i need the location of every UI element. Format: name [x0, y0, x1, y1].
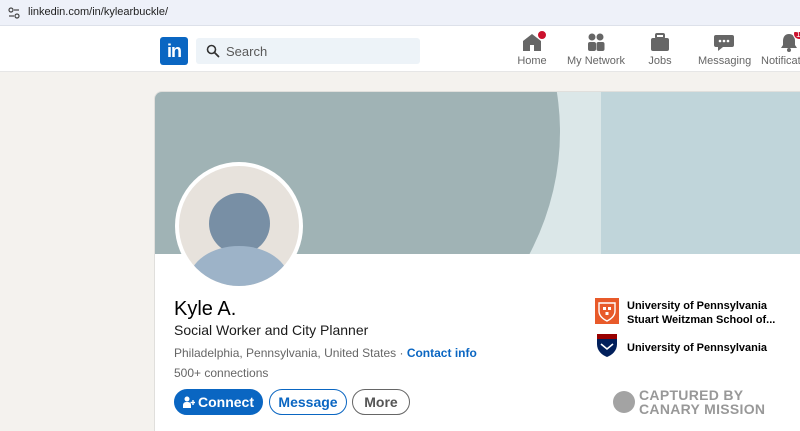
- avatar-placeholder-head: [209, 193, 270, 254]
- watermark-line-2: CANARY MISSION: [639, 401, 766, 417]
- weitzman-school-logo: [595, 298, 619, 324]
- browser-address-bar[interactable]: linkedin.com/in/kylearbuckle/: [0, 0, 800, 26]
- messaging-icon: [713, 32, 735, 52]
- add-person-icon: [183, 396, 195, 408]
- avatar-placeholder-body: [189, 246, 289, 286]
- connections-count[interactable]: 500+ connections: [174, 366, 268, 380]
- nav-item-notifications[interactable]: 12 Notifications: [761, 32, 800, 70]
- network-icon: [585, 32, 607, 52]
- search-input[interactable]: [226, 38, 411, 64]
- home-icon: [521, 30, 547, 52]
- nav-label-my-network: My Network: [566, 55, 626, 67]
- nav-label-jobs: Jobs: [648, 55, 672, 67]
- nav-item-jobs[interactable]: Jobs: [641, 32, 679, 70]
- nav-item-home[interactable]: Home: [513, 30, 551, 70]
- avatar[interactable]: [179, 166, 299, 286]
- profile-headline: Social Worker and City Planner: [174, 322, 369, 338]
- connect-label: Connect: [198, 394, 254, 410]
- top-navigation: in Home My Network: [0, 26, 800, 72]
- education-school-subname: Stuart Weitzman School of...: [627, 314, 776, 326]
- nav-label-home: Home: [517, 55, 547, 67]
- nav-label-messaging: Messaging: [698, 55, 752, 67]
- more-button[interactable]: More: [352, 389, 410, 415]
- nav-item-messaging[interactable]: Messaging: [698, 32, 752, 70]
- connect-button[interactable]: Connect: [174, 389, 263, 415]
- penn-shield-logo: [595, 332, 619, 358]
- search-box[interactable]: [196, 38, 420, 64]
- site-settings-icon[interactable]: [8, 7, 20, 19]
- home-notification-dot: [537, 30, 547, 40]
- bell-icon: 12: [778, 32, 800, 52]
- contact-info-link[interactable]: Contact info: [407, 346, 477, 360]
- profile-location: Philadelphia, Pennsylvania, United State…: [174, 346, 397, 360]
- message-button[interactable]: Message: [269, 389, 347, 415]
- url-text[interactable]: linkedin.com/in/kylearbuckle/: [28, 6, 168, 18]
- canary-bird-icon: [613, 391, 635, 413]
- profile-name: Kyle A.: [174, 298, 237, 320]
- linkedin-logo[interactable]: in: [160, 37, 188, 65]
- profile-card: Kyle A. Social Worker and City Planner P…: [154, 91, 800, 431]
- profile-location-line: Philadelphia, Pennsylvania, United State…: [174, 346, 477, 360]
- nav-item-my-network[interactable]: My Network: [566, 32, 626, 70]
- canary-mission-watermark: CAPTURED BY CANARY MISSION: [613, 387, 773, 417]
- briefcase-icon: [649, 32, 671, 52]
- watermark-line-1: CAPTURED BY: [639, 387, 744, 403]
- nav-label-notifications: Notifications: [761, 55, 800, 67]
- education-school-name: University of Pennsylvania: [627, 300, 767, 312]
- education-school-name: University of Pennsylvania: [627, 342, 767, 354]
- location-separator: ·: [396, 346, 407, 360]
- search-icon: [206, 44, 220, 58]
